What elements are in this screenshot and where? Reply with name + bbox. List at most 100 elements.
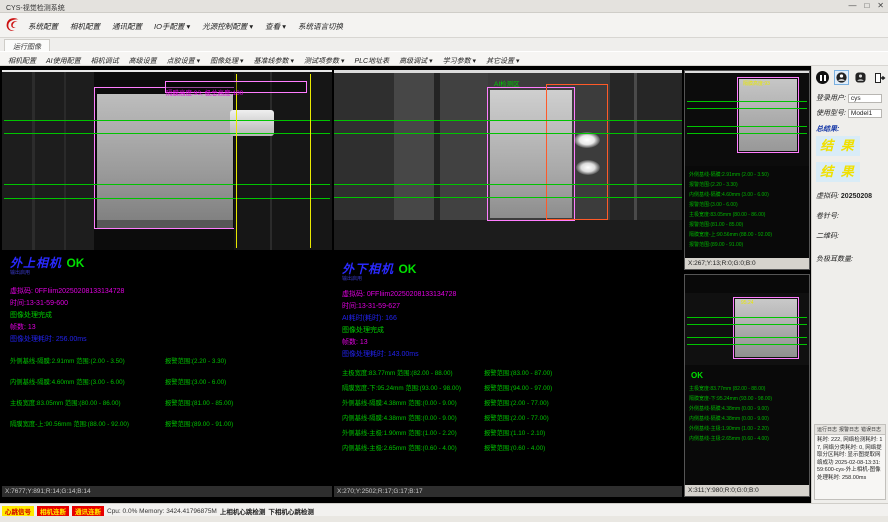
center-camera-title: 外下相机 bbox=[342, 262, 394, 276]
aux-bottom-image[interactable]: 95.24 bbox=[685, 293, 809, 365]
app-logo-icon bbox=[4, 16, 22, 34]
cpu-memory-text: Cpu: 0.0% Memory: 3424.41796875M bbox=[107, 508, 217, 515]
alarm-range: 报警范围:(2.00 - 77.00) bbox=[484, 398, 549, 407]
menubar: 系统配置 相机配置 通讯配置 IO手配置 ▾ 光源控制配置 ▾ 查看 ▾ 系统语… bbox=[0, 13, 888, 38]
menu-comm-config[interactable]: 通讯配置 bbox=[112, 21, 142, 32]
measurement-row: 内侧基线-隔膜:4.38mm 范围:(0.00 - 9.00) bbox=[342, 413, 457, 422]
tool-image-processing[interactable]: 图像处理 ▾ bbox=[210, 56, 243, 66]
close-button[interactable]: ✕ bbox=[877, 1, 884, 10]
total-result-label: 总结果: bbox=[816, 124, 839, 134]
pause-button[interactable] bbox=[815, 70, 830, 85]
exit-button[interactable] bbox=[872, 70, 887, 85]
roi-rect bbox=[94, 87, 236, 229]
alarm-range: 报警范围:(0.60 - 4.00) bbox=[484, 443, 545, 452]
person-icon bbox=[855, 72, 866, 83]
login-user-button[interactable] bbox=[834, 70, 849, 85]
tool-advanced-settings[interactable]: 高级设置 bbox=[129, 56, 157, 66]
aux-line: 报警范围:(3.00 - 6.00) bbox=[689, 201, 738, 209]
model-label: 使用型号: bbox=[816, 110, 846, 117]
exit-door-icon bbox=[874, 72, 886, 84]
maximize-button[interactable]: □ bbox=[864, 1, 869, 10]
alarm-range: 报警范围:(83.00 - 87.00) bbox=[484, 368, 552, 377]
measurement-row: 外侧基线-主极:1.90mm 范围:(1.00 - 2.20) bbox=[342, 428, 457, 437]
center-pixel-coordinates: X:270;Y:2502;R:17;G:17;B:17 bbox=[334, 486, 682, 497]
aux-line: 主极宽度:83.05mm (80.00 - 86.00) bbox=[689, 211, 765, 219]
aux-bottom-ok: OK bbox=[691, 371, 703, 380]
left-output-label: 输出启用 bbox=[10, 269, 30, 276]
tool-camera-config[interactable]: 相机配置 bbox=[8, 56, 36, 66]
log-tab-run[interactable]: 运行日志 bbox=[817, 426, 837, 433]
operator-button[interactable] bbox=[853, 70, 868, 85]
tab-run-image[interactable]: 运行图像 bbox=[4, 39, 50, 51]
alarm-range: 报警范围:(2.20 - 3.30) bbox=[165, 356, 226, 365]
model-value[interactable]: Model1 bbox=[848, 109, 882, 118]
center-ai-time: AI耗时(耗时): 166 bbox=[342, 313, 397, 323]
measurement-row: 外侧基线-隔膜:4.38mm 范围:(0.00 - 9.00) bbox=[342, 398, 457, 407]
right-sidebar: 登录用户: cys 使用型号: Model1 总结果: 结 果 结 果 虚拟码:… bbox=[811, 66, 888, 503]
tool-test-params[interactable]: 测试项参数 ▾ bbox=[304, 56, 344, 66]
tool-plc-table[interactable]: PLC地址表 bbox=[355, 56, 390, 66]
left-camera-image[interactable]: 隔膜高度:93, 极总高度:100 bbox=[2, 70, 332, 250]
menu-io-config[interactable]: IO手配置 ▾ bbox=[154, 21, 190, 32]
tabstrip: 运行图像 bbox=[0, 38, 888, 51]
minimize-button[interactable]: — bbox=[848, 1, 856, 10]
aux-top-overlay-label: 隔膜高度:93 bbox=[743, 80, 770, 87]
measurement-row: 主极宽度:83.77mm 范围:(82.00 - 88.00) bbox=[342, 368, 453, 377]
needle-number-label: 卷针号: bbox=[816, 211, 839, 221]
menu-camera-config[interactable]: 相机配置 bbox=[70, 21, 100, 32]
measurement-row: 内侧基线-主极:2.65mm 范围:(0.60 - 4.00) bbox=[342, 443, 457, 452]
alarm-range: 报警范围:(3.00 - 6.00) bbox=[165, 377, 226, 386]
left-overlay-label: 隔膜高度:93, 极总高度:100 bbox=[166, 90, 243, 97]
measurement-row: 主极宽度:83.05mm 范围:(80.00 - 86.00) bbox=[10, 398, 121, 407]
left-pixel-coordinates: X:7677;Y:891;R:14;G:14;B:14 bbox=[2, 486, 332, 497]
tool-ai-config[interactable]: AI使用配置 bbox=[46, 56, 81, 66]
center-camera-panel[interactable]: AI检测区 外下相机 OK 输出启用 虚拟码: 0FFIiim202502081… bbox=[334, 70, 682, 497]
login-user-value[interactable]: cys bbox=[848, 94, 882, 103]
tool-baseline-params[interactable]: 基准线参数 ▾ bbox=[254, 56, 294, 66]
left-elapsed: 图像处理耗时: 256.00ms bbox=[10, 334, 87, 344]
alarm-range: 报警范围:(2.00 - 77.00) bbox=[484, 413, 549, 422]
aux-bottom-panel[interactable]: 95.24 OK 主极宽度:83.77mm (82.00 - 88.00) 隔膜… bbox=[684, 274, 810, 497]
left-done-label: 图像处理完成 bbox=[10, 310, 52, 320]
center-camera-image[interactable]: AI检测区 bbox=[334, 70, 682, 250]
menu-view[interactable]: 查看 ▾ bbox=[265, 21, 286, 32]
virtual-code-value: 20250208 bbox=[841, 193, 872, 200]
tool-glue-settings[interactable]: 点胶设置 ▾ bbox=[167, 56, 200, 66]
measurement-row: 外侧基线-隔膜:2.91mm 范围:(2.00 - 3.50) bbox=[10, 356, 125, 365]
alarm-range: 报警范围:(81.00 - 85.00) bbox=[165, 398, 233, 407]
qr-code-label: 二维码: bbox=[816, 231, 839, 241]
aux-line: 报警范围:(2.20 - 3.30) bbox=[689, 181, 738, 189]
center-overlay-label: AI检测区 bbox=[494, 78, 520, 88]
alarm-range: 报警范围:(89.00 - 91.00) bbox=[165, 419, 233, 428]
tool-camera-debug[interactable]: 相机调试 bbox=[91, 56, 119, 66]
tool-learning-params[interactable]: 学习参数 ▾ bbox=[443, 56, 476, 66]
aux-line: 隔膜宽度-下:95.24mm (93.00 - 98.00) bbox=[689, 395, 772, 403]
center-time: 时间:13-31-59-627 bbox=[342, 301, 400, 311]
menu-light-config[interactable]: 光源控制配置 ▾ bbox=[202, 21, 253, 32]
left-camera-panel[interactable]: 隔膜高度:93, 极总高度:100 外上相机 OK 输出启用 虚拟码: 0FFI… bbox=[2, 70, 332, 497]
menu-language-switch[interactable]: 系统语言切换 bbox=[298, 21, 343, 32]
measurement-row: 隔膜宽度-下:95.24mm 范围:(93.00 - 98.00) bbox=[342, 383, 461, 392]
center-output-label: 输出启用 bbox=[342, 275, 362, 282]
camera-disconnect-badge: 相机连断 bbox=[37, 506, 69, 516]
tool-advanced-debug[interactable]: 高级调试 ▾ bbox=[399, 56, 432, 66]
menu-system-config[interactable]: 系统配置 bbox=[28, 21, 58, 32]
aux-top-image[interactable]: 隔膜高度:93 bbox=[685, 71, 809, 166]
glare-spot bbox=[576, 160, 600, 175]
pause-icon bbox=[816, 71, 829, 84]
aux-line: 内侧基线-隔膜:4.38mm (0.00 - 9.00) bbox=[689, 415, 769, 423]
aux-top-pixel-coordinates: X:267;Y:13;R:0;G:0;B:0 bbox=[685, 258, 809, 269]
result-box-1: 结 果 bbox=[816, 136, 860, 156]
center-frames: 帧数: 13 bbox=[342, 337, 368, 347]
log-tab-error[interactable]: 错误日志 bbox=[861, 426, 881, 433]
lower-camera-heartbeat: 下相机心跳检测 bbox=[268, 506, 314, 516]
log-tab-alarm[interactable]: 报警日志 bbox=[839, 426, 859, 433]
toolbar: 相机配置 AI使用配置 相机调试 高级设置 点胶设置 ▾ 图像处理 ▾ 基准线参… bbox=[0, 51, 888, 66]
log-text[interactable]: 耗时: 222, 网络检测耗时: 17, 网络分类耗时: 0, 网络提取分区耗时… bbox=[815, 435, 885, 484]
titlebar: CYS-视觉检测系统 — □ ✕ bbox=[0, 0, 888, 13]
center-ok-status: OK bbox=[398, 262, 416, 276]
comm-disconnect-badge: 通讯连断 bbox=[72, 506, 104, 516]
aux-top-panel[interactable]: 隔膜高度:93 外侧基线-隔膜:2.91mm (2.00 - 3.50) 报警范… bbox=[684, 70, 810, 270]
tool-other-settings[interactable]: 其它设置 ▾ bbox=[486, 56, 519, 66]
measurement-row: 隔膜宽度-上:90.56mm 范围:(88.00 - 92.00) bbox=[10, 419, 129, 428]
